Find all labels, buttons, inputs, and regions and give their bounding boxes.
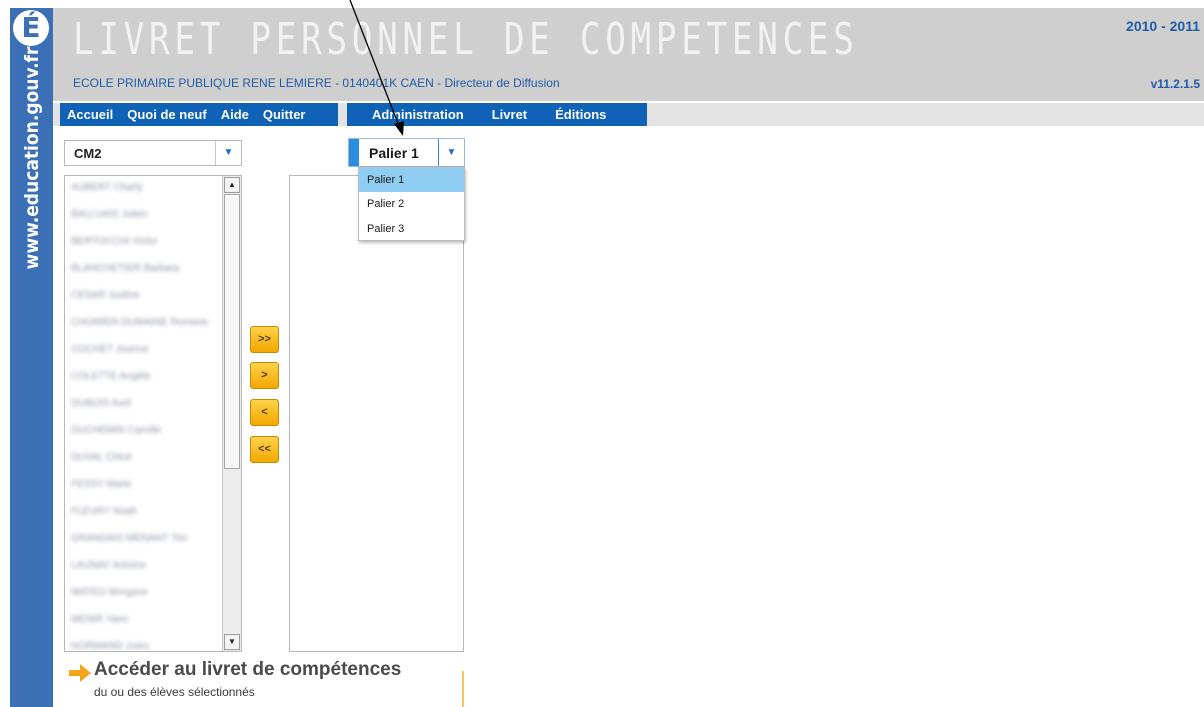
scroll-down-icon[interactable]: ▼ (224, 634, 240, 650)
palier-option-1[interactable]: Palier 1 (359, 168, 464, 192)
school-info: ECOLE PRIMAIRE PUBLIQUE RENE LEMIERE - 0… (73, 76, 560, 90)
student-list-item[interactable]: LAUNAY Antoine (71, 560, 146, 574)
education-logo-icon[interactable]: É (13, 10, 49, 46)
app-window: É www.education.gouv.fr LIVRET PERSONNEL… (0, 0, 1204, 707)
class-select[interactable]: CM2 ▼ (64, 140, 242, 166)
student-list-item[interactable]: FLEURY Noah (71, 506, 137, 520)
student-list-item[interactable]: MENIR Yann (71, 614, 128, 628)
add-all-button[interactable]: >> (250, 326, 279, 353)
school-year: 2010 - 2011 (1126, 18, 1200, 34)
access-livret-link[interactable]: Accéder au livret de compétences du ou d… (64, 657, 464, 707)
student-list-item[interactable]: DUBOIS Axel (71, 398, 131, 412)
arrow-right-icon (69, 664, 91, 682)
nav-group-general: Accueil Quoi de neuf Aide Quitter (60, 103, 338, 126)
app-version: v11.2.1.5 (1150, 77, 1200, 91)
brand-url[interactable]: www.education.gouv.fr (21, 47, 43, 270)
student-list-item[interactable]: NORMAND Jules (71, 641, 149, 651)
header: LIVRET PERSONNEL DE COMPETENCES ECOLE PR… (53, 8, 1204, 101)
nav-item-livret[interactable]: Livret (492, 107, 527, 122)
student-list-item[interactable]: GRANDAIS-MENANT Tim (71, 533, 188, 547)
remove-selected-button[interactable]: < (250, 399, 279, 426)
scroll-thumb[interactable] (224, 194, 240, 469)
brand-strip: É www.education.gouv.fr (10, 8, 53, 707)
student-list-item[interactable]: BLANCHETIER Barbara (71, 263, 179, 277)
nav-item-editions[interactable]: Éditions (555, 107, 606, 122)
add-selected-button[interactable]: > (250, 362, 279, 389)
nav-item-accueil[interactable]: Accueil (67, 107, 113, 122)
access-livret-subtitle: du ou des élèves sélectionnés (94, 685, 255, 699)
nav-item-administration[interactable]: Administration (372, 107, 464, 122)
palier-dropdown-menu: Palier 1 Palier 2 Palier 3 (358, 167, 465, 241)
student-list-item[interactable]: BALLUAIS Julien (71, 209, 148, 223)
class-select-value: CM2 (74, 146, 102, 161)
student-list-item[interactable]: COCHET Jeanne (71, 344, 149, 358)
scroll-up-icon[interactable]: ▲ (224, 177, 240, 193)
nav-item-aide[interactable]: Aide (221, 107, 249, 122)
selected-students-list[interactable] (289, 175, 464, 652)
access-livret-title[interactable]: Accéder au livret de compétences (94, 659, 401, 681)
student-list-item[interactable]: CHOMIER-DUMAINE Romane (71, 317, 208, 331)
palier-select-value: Palier 1 (369, 145, 419, 161)
nav-item-quoi-de-neuf[interactable]: Quoi de neuf (127, 107, 206, 122)
palier-option-2[interactable]: Palier 2 (359, 192, 464, 216)
nav-group-modules: Administration Livret Éditions (347, 103, 647, 126)
nav-bar: Accueil Quoi de neuf Aide Quitter Admini… (53, 103, 1204, 126)
access-panel-edge (462, 671, 464, 707)
student-list-item[interactable]: AUBERT Charly (71, 182, 143, 196)
student-list[interactable]: AUBERT Charly BALLUAIS Julien BERTOCCHI … (64, 175, 242, 652)
remove-all-button[interactable]: << (250, 436, 279, 463)
chevron-down-icon[interactable]: ▼ (215, 141, 241, 165)
student-list-item[interactable]: DUVAL Chloé (71, 452, 132, 466)
student-list-item[interactable]: DUCHEMIN Camille (71, 425, 161, 439)
student-list-item[interactable]: COLETTE Angèle (71, 371, 150, 385)
palier-select[interactable]: Palier 1 ▼ (348, 138, 465, 167)
student-list-scrollbar[interactable]: ▲ ▼ (222, 176, 241, 651)
nav-item-quitter[interactable]: Quitter (263, 107, 306, 122)
student-list-item[interactable]: BERTOCCHI Victor (71, 236, 158, 250)
student-list-item[interactable]: CESAR Justine (71, 290, 140, 304)
student-list-item[interactable]: FESSY Marie (71, 479, 131, 493)
app-title: LIVRET PERSONNEL DE COMPETENCES (73, 14, 859, 65)
palier-option-3[interactable]: Palier 3 (359, 217, 464, 241)
chevron-down-icon[interactable]: ▼ (438, 139, 464, 166)
palier-select-accent (349, 139, 359, 166)
student-list-item[interactable]: MATÉO Morgane (71, 587, 148, 601)
